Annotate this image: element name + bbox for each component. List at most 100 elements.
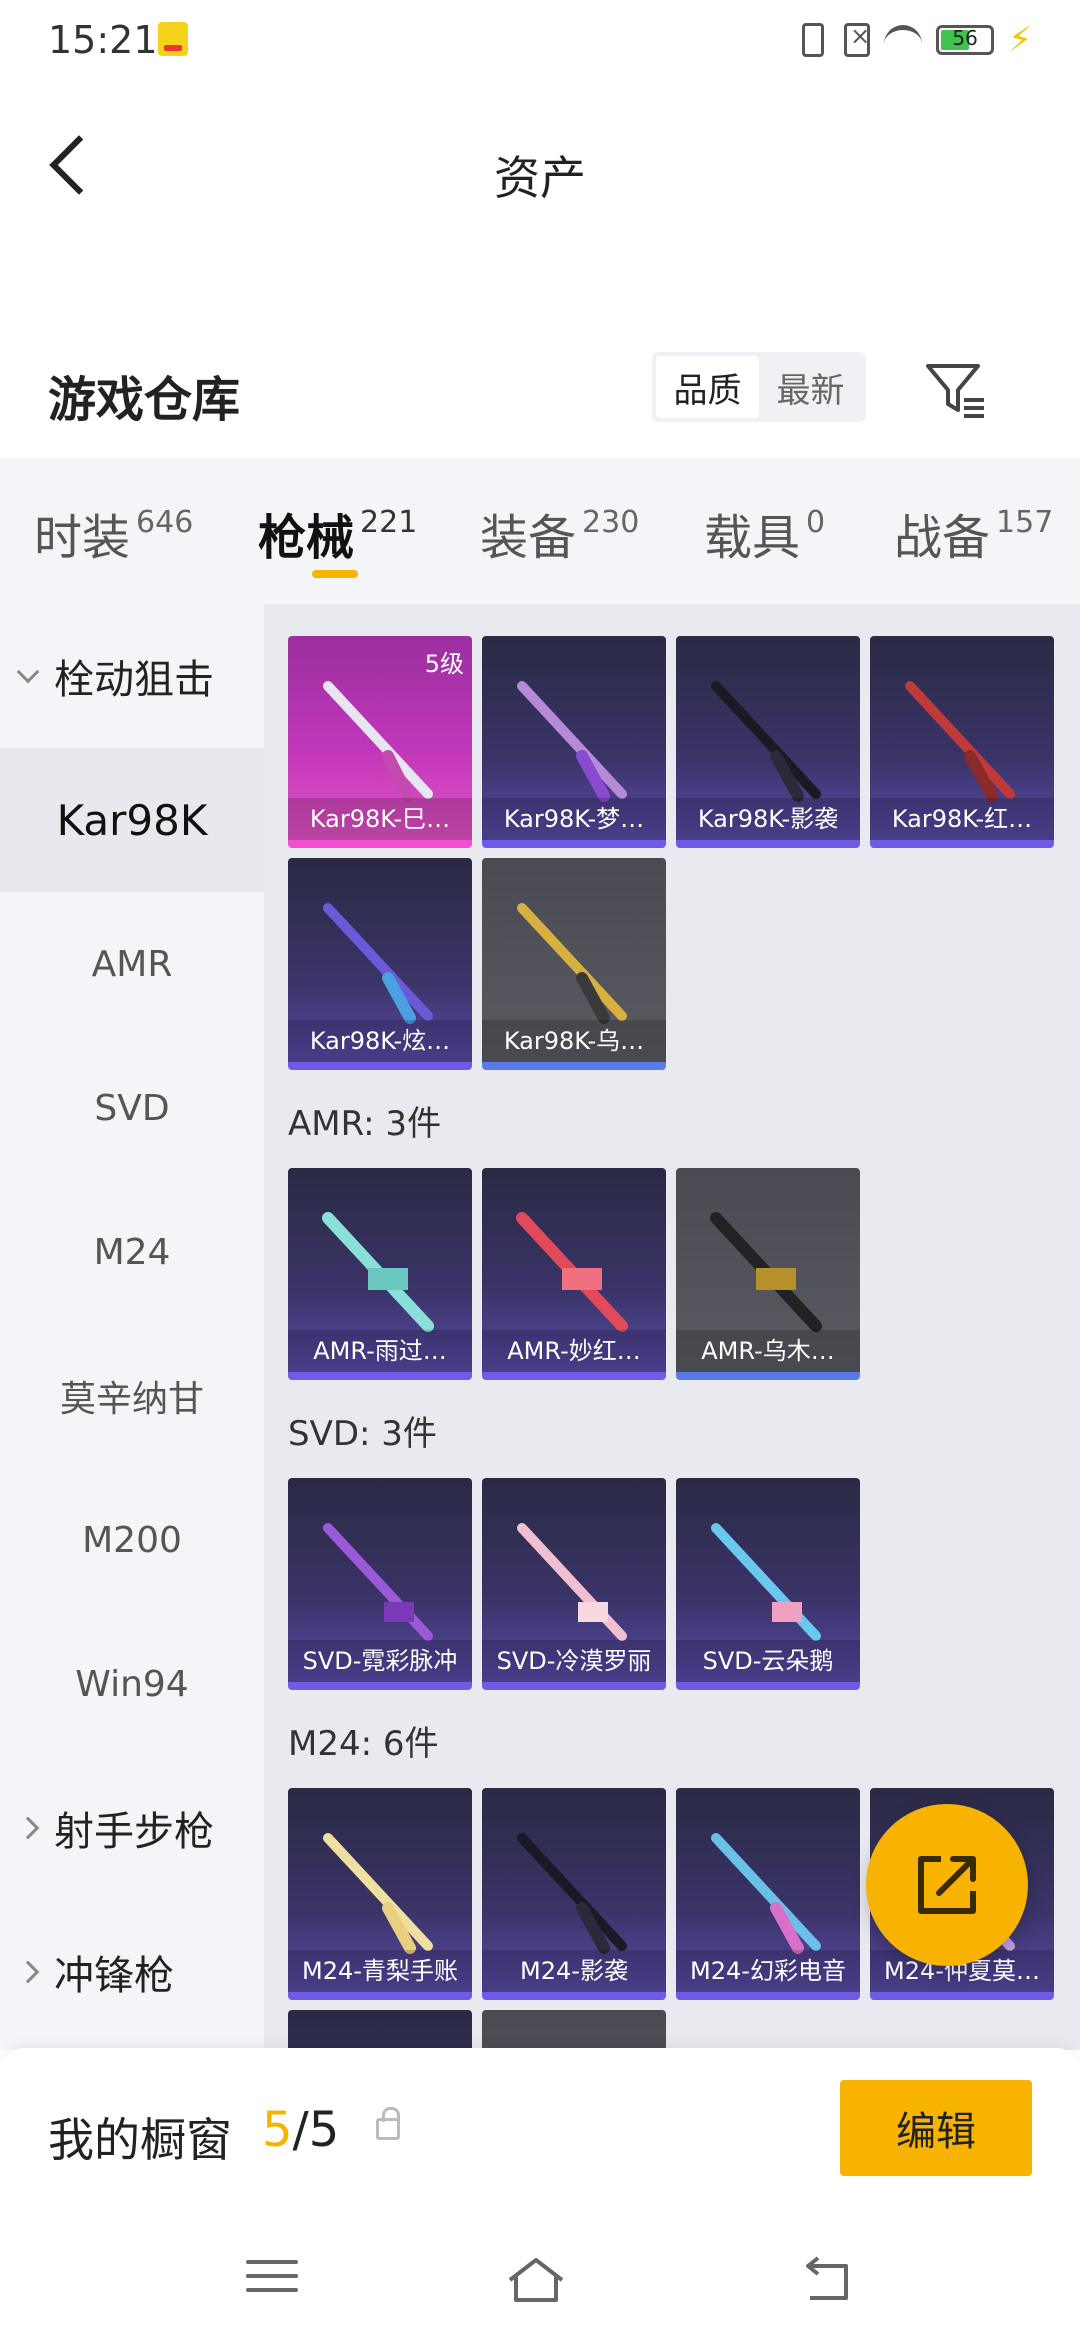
tab-count: 646 xyxy=(136,505,194,540)
weapon-name: Kar98K-影袭 xyxy=(676,798,860,840)
rifle-icon xyxy=(323,1833,433,1954)
weapon-card[interactable]: Kar98K-乌… xyxy=(482,858,666,1070)
weapon-name: M24-影袭 xyxy=(482,1950,666,1992)
sidebar-item-kar98k[interactable]: Kar98K xyxy=(0,748,264,892)
weapon-card[interactable]: AMR-乌木… xyxy=(676,1168,860,1380)
rifle-icon xyxy=(517,681,627,802)
weapon-name: AMR-妙红… xyxy=(482,1330,666,1372)
sidebar-group-label: 冲锋枪 xyxy=(54,1953,174,1999)
sort-toggle: 品质 最新 xyxy=(652,352,866,422)
tab-count: 157 xyxy=(996,505,1054,540)
tab-count: 221 xyxy=(360,505,418,540)
weapon-type-sidebar: 栓动狙击 Kar98K AMR SVD M24 莫辛纳甘 M200 Win94 … xyxy=(0,604,264,2050)
tab-vehicles[interactable]: 载具 0 xyxy=(704,498,825,568)
sidebar-item-svd[interactable]: SVD xyxy=(0,1036,264,1180)
chevron-down-icon xyxy=(16,660,40,684)
sidebar-item-mosin[interactable]: 莫辛纳甘 xyxy=(0,1324,264,1468)
tab-label: 战备 xyxy=(894,510,991,566)
showcase-count: 5/5 xyxy=(262,2102,339,2158)
weapon-card[interactable]: M24-幻彩电音 xyxy=(676,1788,860,2000)
weapon-name: M24-幻彩电音 xyxy=(676,1950,860,1992)
sidebar-item-amr[interactable]: AMR xyxy=(0,892,264,1036)
sidebar-group-marksman[interactable]: 射手步枪 xyxy=(0,1756,264,1900)
filter-icon xyxy=(926,364,984,418)
rifle-icon xyxy=(517,903,627,1024)
rifle-icon xyxy=(711,1523,821,1641)
tab-guns[interactable]: 枪械 221 xyxy=(258,498,417,568)
share-icon xyxy=(918,1856,976,1914)
sidebar-group-bolt-action[interactable]: 栓动狙击 xyxy=(0,604,264,748)
showcase-bar: 我的橱窗 5/5 编辑 xyxy=(0,2048,1080,2218)
category-tabs: 时装 646 枪械 221 装备 230 载具 0 战备 157 xyxy=(0,458,1080,604)
tab-label: 载具 xyxy=(704,510,801,566)
rifle-icon xyxy=(323,681,433,802)
status-time: 15:21 xyxy=(48,18,158,62)
weapon-card[interactable]: SVD-云朵鹅 xyxy=(676,1478,860,1690)
weapon-card[interactable]: 5级 Kar98K-巳… xyxy=(288,636,472,848)
vibrate-icon xyxy=(802,23,825,57)
no-sim-icon xyxy=(844,22,870,57)
sort-quality-button[interactable]: 品质 xyxy=(656,356,759,418)
warehouse-title: 游戏仓库 xyxy=(48,372,241,428)
showcase-total: 5 xyxy=(308,2102,340,2158)
weapon-name: Kar98K-梦… xyxy=(482,798,666,840)
app-header: 资产 xyxy=(0,80,1080,260)
weapon-card[interactable]: AMR-雨过… xyxy=(288,1168,472,1380)
rifle-icon xyxy=(516,1212,628,1332)
sidebar-group-smg[interactable]: 冲锋枪 xyxy=(0,1900,264,2044)
sidebar-item-win94[interactable]: Win94 xyxy=(0,1612,264,1756)
group-header-svd: SVD: 3件 xyxy=(288,1414,437,1454)
weapon-name: SVD-云朵鹅 xyxy=(676,1640,860,1682)
weapon-card[interactable] xyxy=(482,2010,666,2050)
notification-app-icon xyxy=(158,22,188,56)
sidebar-group-label: 射手步枪 xyxy=(54,1809,214,1855)
filter-button[interactable] xyxy=(924,358,988,422)
status-icons: 56 ⚡ xyxy=(796,20,1032,60)
showcase-label: 我的橱窗 xyxy=(48,2113,232,2167)
status-bar: 15:21 56 ⚡ xyxy=(0,0,1080,80)
weapon-card[interactable]: SVD-霓彩脉冲 xyxy=(288,1478,472,1690)
rifle-icon xyxy=(517,1833,627,1954)
chevron-right-icon xyxy=(16,1960,40,1984)
sidebar-item-m200[interactable]: M200 xyxy=(0,1468,264,1612)
system-nav-bar xyxy=(0,2218,1080,2340)
weapon-name: AMR-雨过… xyxy=(288,1330,472,1372)
charging-icon: ⚡ xyxy=(1008,20,1032,60)
lock-icon xyxy=(376,2107,400,2140)
tab-supplies[interactable]: 战备 157 xyxy=(894,498,1053,568)
recent-apps-button[interactable] xyxy=(242,2250,302,2310)
rifle-icon xyxy=(322,1212,434,1332)
level-badge: 5级 xyxy=(424,650,464,678)
tab-label: 枪械 xyxy=(258,510,355,566)
sidebar-item-m24[interactable]: M24 xyxy=(0,1180,264,1324)
rifle-icon xyxy=(517,1523,627,1641)
weapon-card[interactable]: M24-影袭 xyxy=(482,1788,666,2000)
page-title: 资产 xyxy=(494,151,586,205)
home-button[interactable] xyxy=(506,2250,566,2310)
weapon-name: M24-青梨手账 xyxy=(288,1950,472,1992)
weapon-name: Kar98K-巳… xyxy=(288,798,472,840)
back-icon xyxy=(806,2256,848,2300)
weapon-card[interactable]: Kar98K-梦… xyxy=(482,636,666,848)
system-back-button[interactable] xyxy=(796,2250,856,2310)
weapon-card[interactable]: M24-青梨手账 xyxy=(288,1788,472,2000)
tab-fashion[interactable]: 时装 646 xyxy=(34,498,193,568)
weapon-card[interactable]: Kar98K-影袭 xyxy=(676,636,860,848)
weapon-card[interactable]: SVD-冷漠罗丽 xyxy=(482,1478,666,1690)
share-button[interactable] xyxy=(866,1804,1028,1966)
weapon-name: Kar98K-乌… xyxy=(482,1020,666,1062)
edit-button[interactable]: 编辑 xyxy=(840,2080,1032,2176)
sort-newest-button[interactable]: 最新 xyxy=(759,356,862,418)
group-header-amr: AMR: 3件 xyxy=(288,1104,442,1144)
warehouse-bar: 游戏仓库 品质 最新 xyxy=(0,340,1080,460)
weapon-card[interactable]: Kar98K-红… xyxy=(870,636,1054,848)
rifle-icon xyxy=(323,1523,433,1641)
weapon-card[interactable]: AMR-妙红… xyxy=(482,1168,666,1380)
weapon-card[interactable] xyxy=(288,2010,472,2050)
group-header-m24: M24: 6件 xyxy=(288,1724,439,1764)
rifle-icon xyxy=(905,681,1015,802)
tab-equipment[interactable]: 装备 230 xyxy=(480,498,639,568)
tab-label: 装备 xyxy=(480,510,577,566)
weapon-card[interactable]: Kar98K-炫… xyxy=(288,858,472,1070)
sidebar-group-label: 栓动狙击 xyxy=(54,657,214,703)
